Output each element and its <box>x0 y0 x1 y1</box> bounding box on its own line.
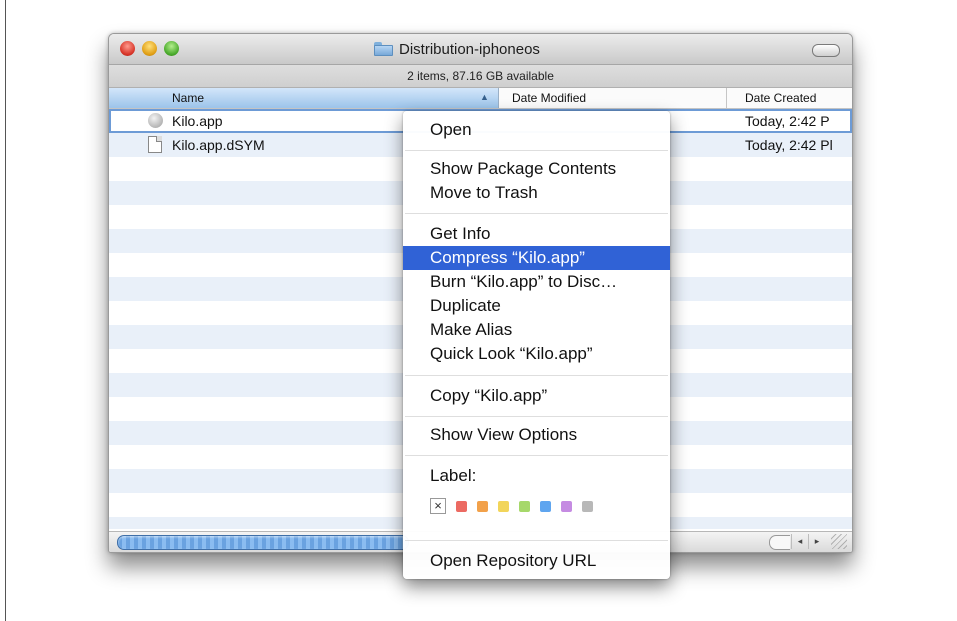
document-icon <box>148 136 162 153</box>
scrollbar-thumb[interactable] <box>117 535 409 550</box>
label-color-swatches: × <box>430 496 593 516</box>
title-bar[interactable]: Distribution-iphoneos <box>109 34 852 65</box>
menu-item-move-to-trash[interactable]: Move to Trash <box>403 181 670 205</box>
application-icon <box>148 113 163 128</box>
column-header-name[interactable]: Name ▲ <box>109 88 499 108</box>
zoom-button[interactable] <box>164 41 179 56</box>
menu-item-label: Burn “Kilo.app” to Disc… <box>430 272 618 291</box>
menu-item-label: Open <box>430 120 472 139</box>
menu-separator <box>405 416 668 417</box>
page-frame-edge <box>5 0 6 621</box>
window-title-group: Distribution-iphoneos <box>374 40 540 58</box>
scrollbar-track-end <box>769 535 790 550</box>
menu-item-label: Quick Look “Kilo.app” <box>430 344 593 363</box>
label-swatch-gray[interactable] <box>582 500 593 512</box>
menu-label-heading: Label: <box>403 464 670 488</box>
menu-item-make-alias[interactable]: Make Alias <box>403 318 670 342</box>
file-name: Kilo.app <box>172 113 223 129</box>
menu-item-label: Open Repository URL <box>430 551 597 570</box>
label-swatch-orange[interactable] <box>477 500 488 512</box>
no-label-swatch[interactable]: × <box>430 498 446 514</box>
menu-item-copy[interactable]: Copy “Kilo.app” <box>403 384 670 408</box>
menu-separator <box>405 455 668 456</box>
resize-grip-icon[interactable] <box>831 534 847 549</box>
column-header-date-created-label: Date Created <box>745 91 817 105</box>
menu-separator <box>405 375 668 376</box>
menu-item-label: Show Package Contents <box>430 159 617 178</box>
menu-item-label: Get Info <box>430 224 491 243</box>
folder-icon <box>374 42 393 56</box>
menu-item-burn-to-disc[interactable]: Burn “Kilo.app” to Disc… <box>403 270 670 294</box>
label-swatch-red[interactable] <box>456 500 467 512</box>
menu-separator <box>405 540 668 541</box>
context-menu: Open Show Package Contents Move to Trash… <box>403 111 670 579</box>
menu-separator <box>405 213 668 214</box>
menu-item-label: Move to Trash <box>430 183 538 202</box>
menu-item-show-view-options[interactable]: Show View Options <box>403 423 670 447</box>
file-date-created: Today, 2:42 P <box>745 113 830 129</box>
column-header-date-created[interactable]: Date Created <box>727 88 852 108</box>
scroll-left-icon[interactable]: ◂ <box>791 534 808 549</box>
window-title: Distribution-iphoneos <box>399 40 540 58</box>
menu-item-label: Compress “Kilo.app” <box>430 248 585 267</box>
sort-ascending-icon: ▲ <box>480 92 489 102</box>
menu-item-label: Make Alias <box>430 320 513 339</box>
label-heading-text: Label: <box>430 466 477 485</box>
column-header-date-modified-label: Date Modified <box>512 91 587 105</box>
toolbar-toggle-button[interactable] <box>812 44 840 57</box>
label-swatch-purple[interactable] <box>561 500 572 512</box>
scroll-right-icon[interactable]: ▸ <box>808 534 825 549</box>
menu-item-show-package-contents[interactable]: Show Package Contents <box>403 157 670 181</box>
column-header-date-modified[interactable]: Date Modified <box>499 88 727 108</box>
menu-item-label: Duplicate <box>430 296 501 315</box>
column-header: Name ▲ Date Modified Date Created <box>109 88 852 109</box>
menu-item-open[interactable]: Open <box>403 118 670 142</box>
column-header-name-label: Name <box>172 91 205 105</box>
menu-item-duplicate[interactable]: Duplicate <box>403 294 670 318</box>
menu-item-compress[interactable]: Compress “Kilo.app” <box>403 246 670 270</box>
menu-item-quick-look[interactable]: Quick Look “Kilo.app” <box>403 342 670 366</box>
minimize-button[interactable] <box>142 41 157 56</box>
menu-item-label: Copy “Kilo.app” <box>430 386 548 405</box>
label-swatch-blue[interactable] <box>540 500 551 512</box>
file-name: Kilo.app.dSYM <box>172 137 265 153</box>
status-bar: 2 items, 87.16 GB available <box>109 65 852 88</box>
close-button[interactable] <box>120 41 135 56</box>
menu-item-label: Show View Options <box>430 425 578 444</box>
menu-item-get-info[interactable]: Get Info <box>403 222 670 246</box>
file-date-created: Today, 2:42 Pl <box>745 137 833 153</box>
label-swatch-yellow[interactable] <box>498 500 509 512</box>
menu-separator <box>405 150 668 151</box>
menu-item-open-repository-url[interactable]: Open Repository URL <box>403 549 670 573</box>
label-swatch-green[interactable] <box>519 500 530 512</box>
